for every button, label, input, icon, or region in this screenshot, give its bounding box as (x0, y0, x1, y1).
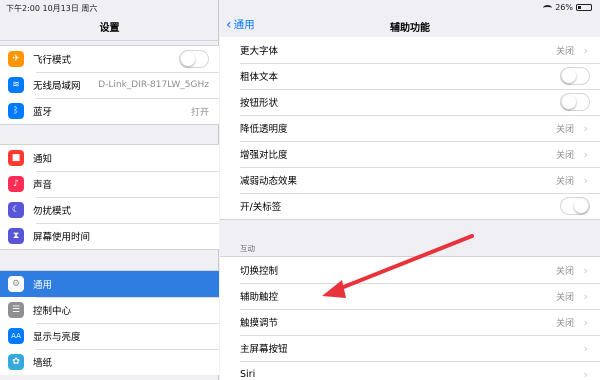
wifi-icon: ≋ (8, 77, 24, 93)
chevron-right-icon: › (583, 315, 588, 329)
accessibility-row[interactable]: Siri › (220, 361, 600, 380)
chevron-right-icon: › (583, 367, 588, 380)
accessibility-row[interactable]: 更大字体 关闭 › (220, 37, 600, 63)
sidebar-group-notifications: ■ 通知 ♪ 声音 ☾ 勿扰模式 ⧗ 屏幕使用时间 (0, 144, 219, 250)
sidebar-item[interactable]: ☰ 控制中心 (0, 297, 219, 323)
accessibility-row-label: 开/关标签 (240, 202, 282, 213)
toggle-switch[interactable] (560, 67, 590, 85)
sidebar-item[interactable]: ⚙ 通用 (0, 271, 219, 297)
sidebar-item[interactable]: ♪ 声音 (0, 171, 219, 197)
accessibility-row-label: 触摸调节 (240, 318, 279, 329)
sound-icon: ♪ (8, 176, 24, 192)
sidebar-item[interactable]: AA 显示与亮度 (0, 323, 219, 349)
status-bar: 下午2:00 10月13日 周六 26% (0, 0, 600, 14)
accessibility-row-value: 关闭 (555, 124, 574, 135)
accessibility-row-label: 辅助触控 (240, 292, 279, 303)
chevron-right-icon: › (583, 43, 588, 57)
accessibility-row[interactable]: 增强对比度 关闭 › (220, 141, 600, 167)
moon-icon: ☾ (8, 202, 24, 218)
accessibility-row-value: 关闭 (555, 266, 574, 277)
hourglass-icon: ⧗ (8, 228, 24, 244)
accessibility-row-value: 关闭 (555, 176, 574, 187)
accessibility-row-label: Siri (240, 368, 256, 380)
accessibility-row-label: 主屏幕按钮 (240, 344, 288, 355)
accessibility-row[interactable]: 减弱动态效果 关闭 › (220, 167, 600, 193)
sidebar-item-label: 勿扰模式 (33, 206, 72, 217)
settings-sidebar: 设置 ✈ 飞行模式 ≋ 无线局域网 D-Link_DIR-817LW_5GHz ᛒ 蓝牙 打开… (0, 0, 219, 380)
accessibility-row[interactable]: 开/关标签 (220, 193, 600, 219)
accessibility-row-label: 切换控制 (240, 266, 279, 277)
sidebar-header-divider (0, 40, 219, 41)
sidebar-title: 设置 (99, 23, 120, 34)
sidebar-item-label: 无线局域网 (33, 81, 81, 92)
accessibility-row-value: 关闭 (555, 318, 574, 329)
airplane-icon: ✈ (8, 51, 24, 67)
sidebar-item-label: 屏幕使用时间 (33, 232, 91, 243)
accessibility-row[interactable]: 主屏幕按钮 › (220, 335, 600, 361)
chevron-right-icon: › (583, 263, 588, 277)
accessibility-group-vision: 更大字体 关闭 › 粗体文本 按钮形状 降低透明度 关闭 › 增强对比度 关闭 › 减弱动态效果 关闭 ›… (220, 37, 600, 220)
chevron-right-icon: › (583, 289, 588, 303)
sidebar-item-label: 通用 (33, 280, 53, 291)
sidebar-item[interactable]: ᛒ 蓝牙 打开 (0, 98, 219, 124)
sidebar-item-label: 蓝牙 (33, 107, 53, 118)
sidebar-item[interactable]: ≋ 无线局域网 D-Link_DIR-817LW_5GHz (0, 72, 219, 98)
accessibility-row-label: 更大字体 (240, 46, 279, 57)
sidebar-item[interactable]: ■ 通知 (0, 145, 219, 171)
accessibility-row-label: 按钮形状 (240, 98, 279, 109)
page-title: 辅助功能 (390, 23, 430, 34)
gear-icon: ⚙ (8, 276, 24, 292)
chevron-right-icon: › (583, 173, 588, 187)
accessibility-row-label: 降低透明度 (240, 124, 288, 135)
sidebar-item-label: 控制中心 (33, 306, 72, 317)
sidebar-item-label: 墙纸 (33, 358, 53, 369)
accessibility-row-label: 增强对比度 (240, 150, 288, 161)
status-time-date: 下午2:00 10月13日 周六 (6, 4, 98, 13)
accessibility-row-value: 关闭 (555, 150, 574, 161)
battery-icon (576, 4, 592, 11)
section-header-interaction: 互动 (240, 244, 255, 253)
accessibility-row-label: 粗体文本 (240, 72, 279, 83)
sidebar-group-general: ⚙ 通用 ☰ 控制中心 AA 显示与亮度 ✿ 墙纸 (0, 270, 219, 375)
wallpaper-icon: ✿ (8, 354, 24, 370)
chevron-right-icon: › (583, 147, 588, 161)
sidebar-group-connectivity: ✈ 飞行模式 ≋ 无线局域网 D-Link_DIR-817LW_5GHz ᛒ 蓝牙 打开 (0, 45, 219, 125)
bluetooth-icon: ᛒ (8, 103, 24, 119)
accessibility-panel: ‹ 通用 辅助功能 更大字体 关闭 › 粗体文本 按钮形状 降低透明度 关闭 › 增强对比度 关闭… (220, 0, 600, 380)
status-right: 26% (543, 3, 592, 12)
toggle-switch[interactable] (560, 93, 590, 111)
sidebar-item-label: 通知 (33, 154, 53, 165)
sidebar-item[interactable]: ✿ 墙纸 (0, 349, 219, 375)
sidebar-item[interactable]: ⧗ 屏幕使用时间 (0, 223, 219, 249)
notifications-icon: ■ (8, 150, 24, 166)
accessibility-row[interactable]: 触摸调节 关闭 › (220, 309, 600, 335)
accessibility-row-value: 关闭 (555, 292, 574, 303)
sidebar-item[interactable]: ✈ 飞行模式 (0, 46, 219, 72)
accessibility-row[interactable]: 粗体文本 (220, 63, 600, 89)
accessibility-row[interactable]: 按钮形状 (220, 89, 600, 115)
accessibility-row-label: 减弱动态效果 (240, 176, 298, 187)
accessibility-row[interactable]: 辅助触控 关闭 › (220, 283, 600, 309)
wifi-status-icon (543, 4, 553, 11)
sidebar-item-value: D-Link_DIR-817LW_5GHz (98, 80, 209, 90)
control-center-icon: ☰ (8, 302, 24, 318)
chevron-right-icon: › (583, 341, 588, 355)
accessibility-row[interactable]: 切换控制 关闭 › (220, 257, 600, 283)
accessibility-group-interaction: 切换控制 关闭 › 辅助触控 关闭 › 触摸调节 关闭 › 主屏幕按钮 › Siri › (220, 256, 600, 380)
sidebar-item-label: 声音 (33, 180, 53, 191)
toggle-switch[interactable] (560, 197, 590, 215)
sidebar-item-value: 打开 (190, 107, 209, 118)
chevron-right-icon: › (583, 121, 588, 135)
battery-percent: 26% (555, 3, 573, 12)
airplane-mode-toggle[interactable] (179, 50, 209, 68)
sidebar-item-label: 飞行模式 (33, 55, 72, 66)
accessibility-row[interactable]: 降低透明度 关闭 › (220, 115, 600, 141)
sidebar-item-label: 显示与亮度 (33, 332, 81, 343)
display-icon: AA (8, 328, 24, 344)
sidebar-item[interactable]: ☾ 勿扰模式 (0, 197, 219, 223)
accessibility-row-value: 关闭 (555, 46, 574, 57)
